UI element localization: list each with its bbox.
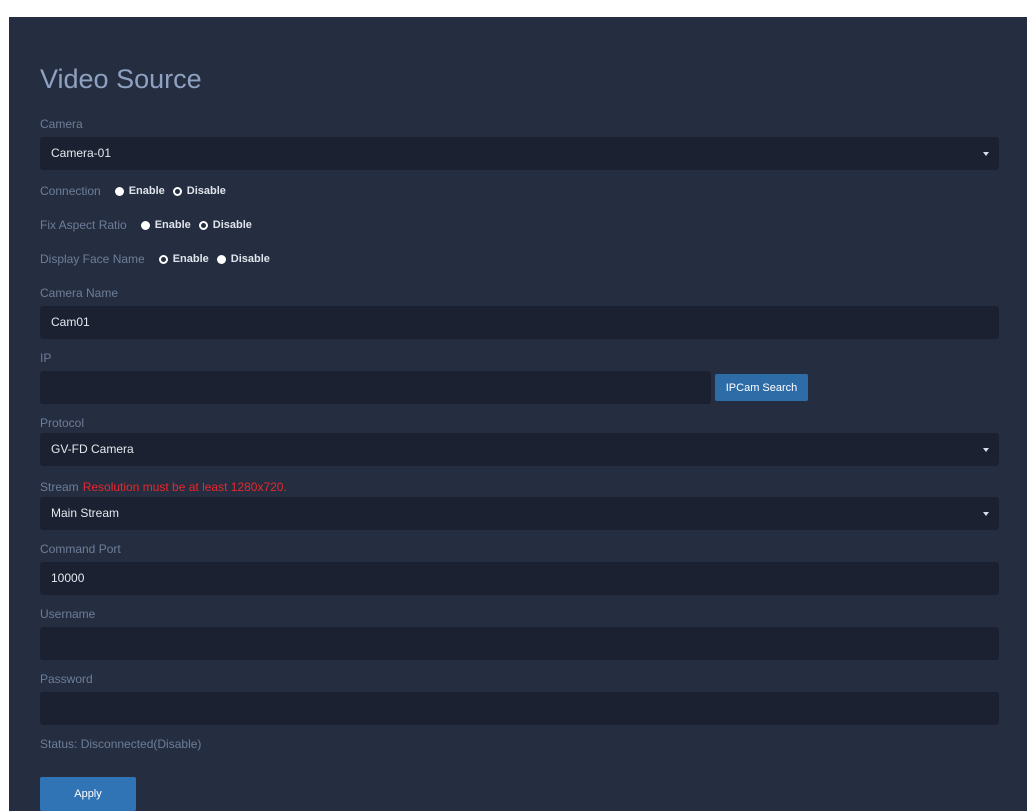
radio-checked-icon [172,186,182,196]
password-input[interactable] [40,692,999,725]
stream-label: Stream [40,480,79,494]
fix-aspect-ratio-row: Fix Aspect Ratio Enable Disable [40,217,260,233]
fix-aspect-ratio-disable-radio[interactable]: Disable [198,219,252,231]
radio-unchecked-icon [140,220,150,230]
password-label: Password [40,672,93,686]
display-face-name-enable-label: Enable [172,253,209,265]
ip-label: IP [40,351,52,365]
display-face-name-label: Display Face Name [40,252,145,266]
camera-name-input[interactable] [40,306,999,339]
camera-select[interactable]: Camera-01 [40,137,999,170]
ipcam-search-button[interactable]: IPCam Search [715,374,808,401]
chevron-down-icon [983,512,989,516]
connection-status-text: Status: Disconnected(Disable) [40,737,202,751]
ip-input[interactable] [40,371,711,404]
display-face-name-disable-radio[interactable]: Disable [216,253,270,265]
fix-aspect-ratio-enable-label: Enable [154,219,191,231]
stream-select-value: Main Stream [51,506,120,520]
username-input[interactable] [40,627,999,660]
display-face-name-enable-radio[interactable]: Enable [158,253,209,265]
connection-label: Connection [40,184,101,198]
command-port-label: Command Port [40,542,121,556]
fix-aspect-ratio-label: Fix Aspect Ratio [40,218,127,232]
radio-unchecked-icon [216,254,226,264]
video-source-panel: Video Source Camera Camera-01 Connection… [9,17,1027,811]
radio-unchecked-icon [114,186,124,196]
camera-name-label: Camera Name [40,286,119,300]
username-label: Username [40,607,96,621]
camera-label: Camera [40,117,83,131]
stream-resolution-warning: Resolution must be at least 1280x720. [82,480,287,494]
display-face-name-disable-label: Disable [230,253,270,265]
stream-label-row: Stream Resolution must be at least 1280x7… [40,480,287,494]
chevron-down-icon [983,448,989,452]
display-face-name-row: Display Face Name Enable Disable [40,251,278,267]
stream-select[interactable]: Main Stream [40,497,999,530]
camera-select-value: Camera-01 [51,146,112,160]
connection-disable-radio[interactable]: Disable [172,185,226,197]
fix-aspect-ratio-disable-label: Disable [212,219,252,231]
fix-aspect-ratio-enable-radio[interactable]: Enable [140,219,191,231]
protocol-select-value: GV-FD Camera [51,442,134,456]
page-title: Video Source [40,64,202,94]
radio-checked-icon [198,220,208,230]
protocol-select[interactable]: GV-FD Camera [40,433,999,466]
command-port-input[interactable] [40,562,999,595]
connection-enable-radio[interactable]: Enable [114,185,165,197]
protocol-label: Protocol [40,416,85,430]
apply-button[interactable]: Apply [40,777,136,811]
connection-enable-label: Enable [128,185,165,197]
chevron-down-icon [983,152,989,156]
connection-disable-label: Disable [186,185,226,197]
radio-checked-icon [158,254,168,264]
connection-row: Connection Enable Disable [40,183,234,199]
